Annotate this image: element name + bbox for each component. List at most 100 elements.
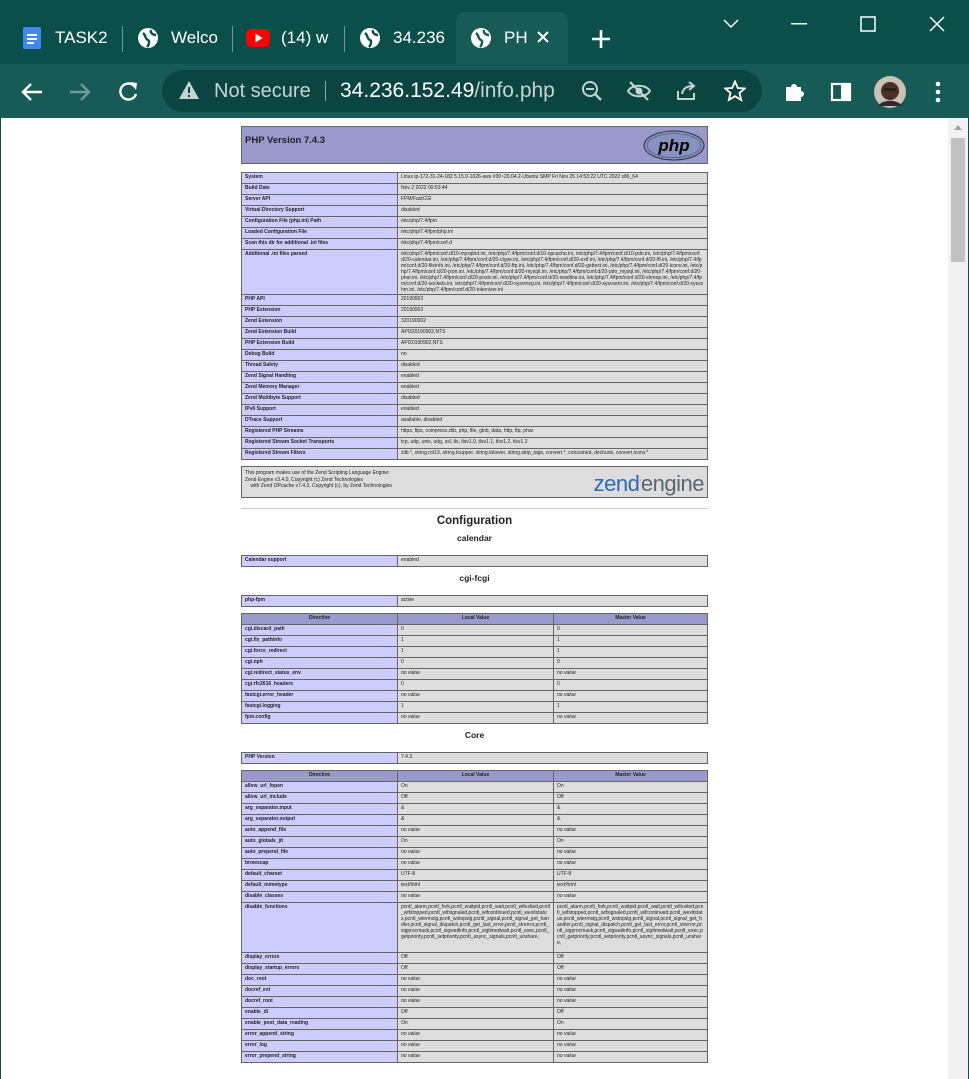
tab-search-chevron-down-icon[interactable] [714, 10, 748, 38]
row-value: API20190902,NTS [397, 338, 708, 350]
table-row: enable_post_data_reading On On [241, 1018, 708, 1030]
tab-phpinfo-active[interactable]: PH [456, 12, 568, 64]
master-value: no value [553, 985, 708, 997]
bookmark-star-icon[interactable] [723, 79, 747, 103]
row-value: /etc/php/7.4/fpm/conf.d/10-mysqlnd.ini, … [397, 249, 708, 295]
row-key: Zend Extension [241, 316, 398, 328]
google-docs-icon [20, 26, 44, 50]
minimize-button[interactable] [782, 10, 816, 38]
vertical-scrollbar[interactable] [948, 118, 968, 1079]
row-value: 20190902 [397, 294, 708, 306]
close-tab-icon[interactable] [532, 26, 554, 48]
browser-titlebar: TASK2 Welco (14) w 34.236 PH [0, 0, 969, 64]
eye-slash-icon[interactable] [627, 79, 651, 103]
directive-name: display_errors [241, 952, 398, 964]
table-row: Registered Stream Filters zlib.*, string.… [241, 448, 708, 460]
table-row: auto_globals_jit On On [241, 836, 708, 848]
new-tab-button[interactable] [586, 24, 616, 54]
tab-title: TASK2 [55, 28, 108, 47]
table-row: cgi.rfc2616_headers 0 0 [241, 679, 708, 691]
more-options-icon[interactable] [922, 76, 954, 108]
tab-separator [232, 26, 233, 52]
directive-name: error_append_string [241, 1029, 398, 1041]
zoom-out-icon[interactable] [580, 79, 604, 103]
row-value: 20190902 [397, 305, 708, 317]
zend-line: with Zend OPcache v7.4.3, Copyright (c),… [245, 483, 392, 489]
local-value: 1 [397, 646, 554, 658]
master-value: no value [553, 690, 708, 702]
tab-youtube[interactable]: (14) w [246, 12, 338, 64]
directive-name: fpm.config [241, 712, 398, 724]
row-value: https, ftps, compress.zlib, php, file, g… [397, 426, 708, 438]
scroll-up-arrow-icon[interactable] [948, 118, 968, 135]
security-label[interactable]: Not secure [214, 80, 311, 103]
local-value: no value [397, 1040, 554, 1052]
local-value: no value [397, 974, 554, 986]
row-key: Scan this dir for additional .ini files [241, 238, 398, 250]
url-path: /info.php [474, 79, 555, 102]
local-value: no value [397, 825, 554, 837]
master-value: 1 [553, 701, 708, 713]
master-value: 0 [553, 624, 708, 636]
table-row: Loaded Configuration File/etc/php/7.4/fp… [241, 227, 708, 239]
local-value: text/html [397, 880, 554, 892]
local-value: On [397, 1018, 554, 1030]
tab-34-236[interactable]: 34.236 [358, 12, 448, 64]
maximize-button[interactable] [851, 10, 885, 38]
share-icon[interactable] [675, 79, 699, 103]
local-value: no value [397, 1029, 554, 1041]
warning-icon[interactable] [178, 80, 200, 102]
column-header: Master Value [553, 770, 708, 782]
engine-logo-word: engine [640, 471, 705, 496]
master-value: no value [553, 858, 708, 870]
local-value: Off [397, 1007, 554, 1019]
table-row: Debug Build no [241, 349, 708, 361]
forward-button[interactable] [64, 76, 96, 108]
tab-task2[interactable]: TASK2 [20, 12, 120, 64]
local-value: no value [397, 690, 554, 702]
row-value: enabled [397, 555, 708, 567]
master-value: 1 [553, 646, 708, 658]
globe-icon [469, 26, 493, 50]
avatar[interactable] [874, 76, 906, 108]
master-value: no value [553, 1051, 708, 1063]
back-button[interactable] [16, 76, 48, 108]
column-header: Local Value [397, 770, 554, 782]
local-value: 1 [397, 701, 554, 713]
table-row: Zend Extension 320190902 [241, 316, 708, 328]
table-row: error_log no value no value [241, 1040, 708, 1052]
page-viewport[interactable]: PHP Version 7.4.3 php System Linux ip-172… [0, 118, 969, 1079]
directive-name: default_charset [241, 869, 398, 881]
table-row: docref_ext no value no value [241, 985, 708, 997]
table-row: DTrace Support available, disabled [241, 415, 708, 427]
table-row: Zend Signal Handling enabled [241, 371, 708, 383]
master-value: UTF-8 [553, 869, 708, 881]
side-panel-icon[interactable] [825, 76, 857, 108]
master-value: On [553, 1018, 708, 1030]
directive-name: docref_root [241, 996, 398, 1008]
master-value: Off [553, 792, 708, 804]
table-row: display_errors Off Off [241, 952, 708, 964]
directive-name: cgi.force_redirect [241, 646, 398, 658]
table-row: Zend Extension Build API320190902,NTS [241, 327, 708, 339]
table-row: enable_dl Off Off [241, 1007, 708, 1019]
column-header: Directive [241, 613, 398, 625]
master-value: Off [553, 963, 708, 975]
extensions-puzzle-icon[interactable] [779, 76, 811, 108]
directive-name: error_prepend_string [241, 1051, 398, 1063]
reload-button[interactable] [112, 76, 144, 108]
row-key: PHP Extension Build [241, 338, 398, 350]
tab-welcome[interactable]: Welco [136, 12, 228, 64]
scroll-thumb[interactable] [951, 138, 965, 262]
table-row: auto_append_file no value no value [241, 825, 708, 837]
php-version-header: PHP Version 7.4.3 php [241, 126, 708, 164]
tab-title: Welco [171, 28, 218, 47]
local-value: pcntl_alarm,pcntl_fork,pcntl_waitpid,pcn… [397, 902, 554, 953]
directive-name: auto_append_file [241, 825, 398, 837]
close-window-button[interactable] [920, 10, 954, 38]
address-bar[interactable]: Not secure 34.236.152.49/info.php [162, 70, 762, 112]
table-row: error_append_string no value no value [241, 1029, 708, 1041]
directive-name: error_log [241, 1040, 398, 1052]
directive-name: cgi.redirect_status_env [241, 668, 398, 680]
url-text[interactable]: 34.236.152.49/info.php [340, 79, 555, 103]
